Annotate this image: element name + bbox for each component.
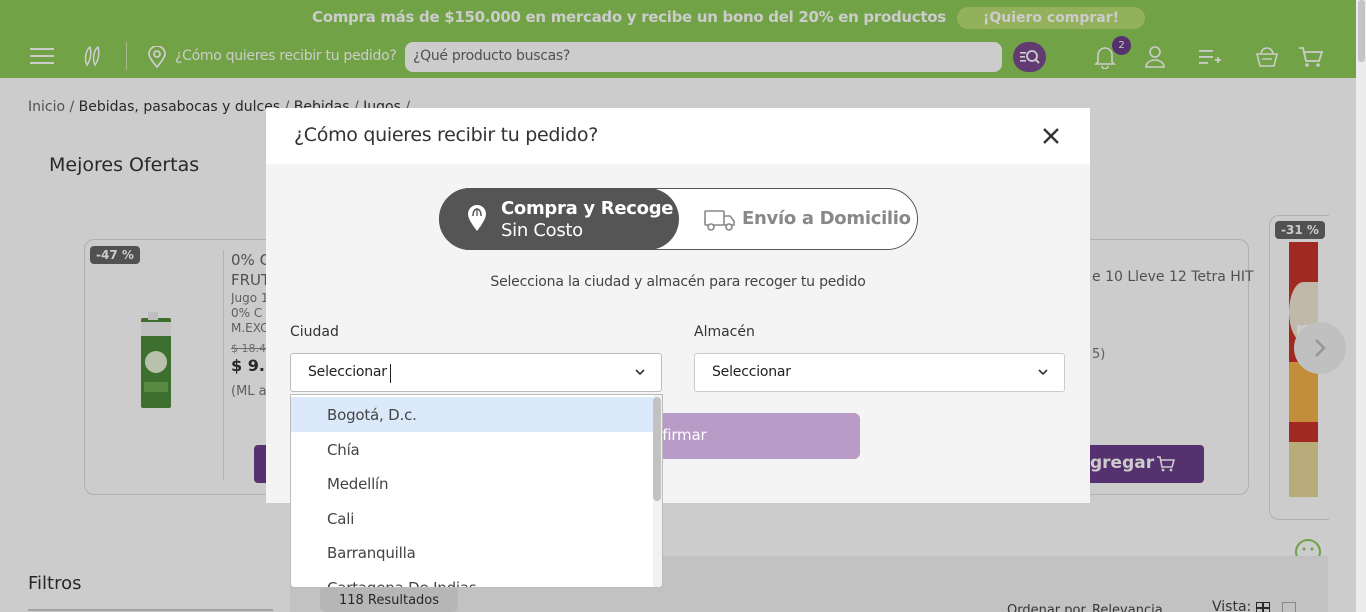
confirm-button[interactable]: nfirmar	[644, 413, 860, 459]
close-icon[interactable]	[1040, 125, 1062, 147]
pickup-option-subtitle: Sin Costo	[501, 220, 583, 241]
city-option-label: Chía	[327, 441, 360, 459]
city-option-label: Cali	[327, 510, 355, 528]
city-option[interactable]: Cali	[291, 501, 653, 536]
store-select-value: Seleccionar	[712, 364, 791, 380]
pickup-option-button[interactable]: Compra y Recoge Sin Costo	[439, 188, 679, 250]
modal-hint: Selecciona la ciudad y almacén para reco…	[490, 274, 866, 290]
dropdown-scrollbar-thumb[interactable]	[653, 397, 661, 501]
store-label: Almacén	[694, 324, 755, 340]
text-caret	[390, 364, 391, 383]
city-option-label: Cartagena De Indias	[327, 579, 477, 588]
home-delivery-option-button[interactable]: Envío a Domicilio	[742, 208, 911, 229]
city-option[interactable]: Cartagena De Indias	[291, 570, 653, 588]
page-scrollbar-thumb[interactable]	[1358, 0, 1365, 62]
store-pin-icon	[468, 205, 486, 231]
city-option[interactable]: Barranquilla	[291, 535, 653, 570]
modal-title: ¿Cómo quieres recibir tu pedido?	[294, 124, 599, 146]
city-label: Ciudad	[290, 324, 339, 340]
page-scrollbar[interactable]	[1356, 0, 1366, 612]
city-select[interactable]: Seleccionar	[290, 353, 662, 392]
city-option-label: Barranquilla	[327, 544, 416, 562]
delivery-mode-toggle: Compra y Recoge Sin Costo Envío a Domici…	[439, 188, 918, 250]
city-option[interactable]: Bogotá, D.c.	[291, 397, 653, 432]
truck-icon	[704, 210, 735, 231]
city-option[interactable]: Medellín	[291, 466, 653, 501]
chevron-down-icon	[1038, 369, 1048, 376]
city-dropdown-list: Bogotá, D.c. Chía Medellín Cali Barranqu…	[290, 394, 663, 588]
store-select[interactable]: Seleccionar	[694, 353, 1065, 392]
city-option-label: Bogotá, D.c.	[327, 406, 417, 424]
modal-header: ¿Cómo quieres recibir tu pedido?	[266, 108, 1090, 164]
city-option-label: Medellín	[327, 475, 389, 493]
pickup-option-title: Compra y Recoge	[501, 198, 674, 219]
city-select-value: Seleccionar	[308, 364, 387, 380]
city-option[interactable]: Chía	[291, 432, 653, 467]
chevron-down-icon	[635, 369, 645, 376]
